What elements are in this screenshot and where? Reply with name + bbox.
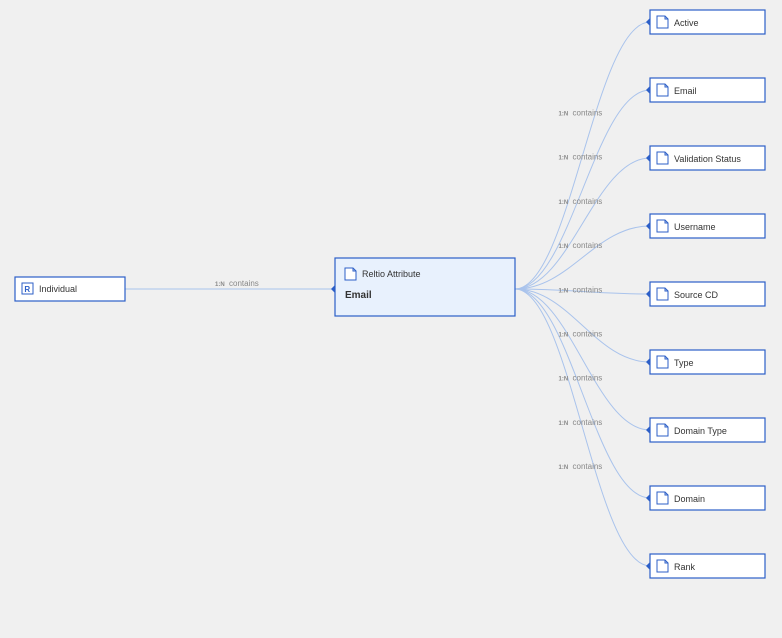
svg-text:contains: contains [573, 462, 603, 471]
diagram-canvas[interactable]: R Individual Reltio Attribute Email Acti… [0, 0, 782, 638]
node-attribute[interactable]: Source CD [650, 282, 765, 306]
svg-text:1:N: 1:N [559, 332, 569, 338]
attribute-nodes: Active Email Validation Status Username Sour… [650, 10, 765, 578]
svg-text:contains: contains [573, 418, 603, 427]
svg-text:R: R [24, 285, 30, 294]
node-attribute[interactable]: Active [650, 10, 765, 34]
node-supertitle: Reltio Attribute [362, 269, 421, 279]
svg-text:contains: contains [573, 374, 603, 383]
edge-label: 1:N contains [559, 108, 603, 117]
svg-text:contains: contains [573, 329, 603, 338]
node-label: Username [674, 222, 716, 232]
document-icon [657, 84, 668, 96]
node-attribute[interactable]: Domain Type [650, 418, 765, 442]
node-attribute[interactable]: Rank [650, 554, 765, 578]
svg-text:1:N: 1:N [559, 111, 569, 117]
node-label: Source CD [674, 290, 719, 300]
node-label: Email [674, 86, 697, 96]
document-icon [657, 288, 668, 300]
node-label: Domain [674, 494, 705, 504]
svg-text:1:N: 1:N [559, 200, 569, 206]
svg-text:contains: contains [573, 108, 603, 117]
edge-label: 1:N contains [559, 418, 603, 427]
svg-text:contains: contains [573, 241, 603, 250]
svg-text:1:N: 1:N [559, 465, 569, 471]
node-label: Type [674, 358, 694, 368]
svg-text:contains: contains [573, 153, 603, 162]
svg-text:contains: contains [573, 197, 603, 206]
svg-text:contains: contains [573, 285, 603, 294]
edge-label: 1:N contains [559, 374, 603, 383]
document-icon [657, 492, 668, 504]
document-icon [657, 16, 668, 28]
edge-label: 1:N contains [559, 241, 603, 250]
document-icon [657, 560, 668, 572]
document-icon [657, 152, 668, 164]
node-attribute[interactable]: Email [650, 78, 765, 102]
node-label: Active [674, 18, 699, 28]
edge-label: 1:N contains [559, 285, 603, 294]
node-email-attribute[interactable]: Reltio Attribute Email [335, 258, 515, 316]
node-attribute[interactable]: Username [650, 214, 765, 238]
node-label: Individual [39, 284, 77, 294]
svg-text:1:N: 1:N [215, 282, 225, 288]
document-icon [657, 356, 668, 368]
node-attribute[interactable]: Domain [650, 486, 765, 510]
edge-label-center: 1:N contains [215, 279, 259, 288]
svg-text:contains: contains [229, 279, 259, 288]
node-individual[interactable]: R Individual [15, 277, 125, 301]
document-icon [657, 424, 668, 436]
svg-text:1:N: 1:N [559, 377, 569, 383]
node-title: Email [345, 290, 372, 301]
svg-text:1:N: 1:N [559, 421, 569, 427]
node-label: Domain Type [674, 426, 727, 436]
document-icon [657, 220, 668, 232]
edge-label: 1:N contains [559, 197, 603, 206]
svg-text:1:N: 1:N [559, 156, 569, 162]
node-label: Rank [674, 562, 696, 572]
node-attribute[interactable]: Validation Status [650, 146, 765, 170]
node-attribute[interactable]: Type [650, 350, 765, 374]
svg-text:1:N: 1:N [559, 288, 569, 294]
edge-label: 1:N contains [559, 462, 603, 471]
svg-text:1:N: 1:N [559, 244, 569, 250]
edge-label: 1:N contains [559, 153, 603, 162]
node-label: Validation Status [674, 154, 741, 164]
document-icon [345, 268, 356, 280]
